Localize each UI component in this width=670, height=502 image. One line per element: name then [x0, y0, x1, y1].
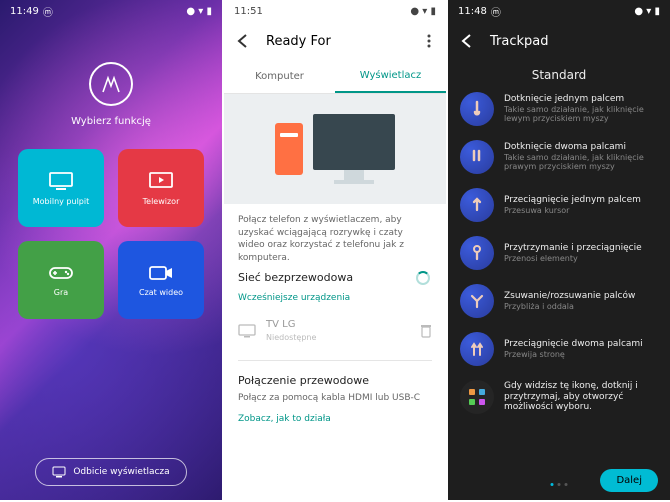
wired-subtext: Połącz za pomocą kabla HDMI lub USB-C — [238, 392, 432, 405]
delete-icon[interactable] — [420, 324, 432, 338]
page-indicator — [551, 483, 568, 486]
back-icon[interactable] — [458, 32, 476, 50]
screen-trackpad: 11:48 ⓜ ● ▾ ▮ Trackpad Standard Dotknięci… — [448, 0, 670, 500]
tab-display[interactable]: Wyświetlacz — [335, 60, 446, 93]
tile-video-chat[interactable]: Czat wideo — [118, 241, 204, 319]
status-bar: 11:48 ⓜ ● ▾ ▮ — [448, 0, 670, 22]
display-icon — [238, 324, 256, 338]
gesture-icon — [460, 332, 494, 366]
moto-status-icon: ⓜ — [43, 4, 53, 19]
gesture-two-tap: Dotknięcie dwoma palcamiTakie samo dział… — [460, 140, 658, 174]
status-icons: ● ▾ ▮ — [186, 6, 212, 17]
how-it-works-link[interactable]: Zobacz, jak to działa — [238, 413, 432, 426]
gesture-icon — [460, 140, 494, 174]
device-name: TV LG — [266, 318, 410, 332]
wired-heading: Połączenie przewodowe — [238, 373, 369, 388]
gesture-icon — [460, 92, 494, 126]
clock: 11:51 — [234, 6, 263, 17]
tab-computer[interactable]: Komputer — [224, 60, 335, 93]
gesture-icon — [460, 236, 494, 270]
gesture-hold-drag: Przytrzymanie i przeciągnięciePrzenosi e… — [460, 236, 658, 270]
back-icon[interactable] — [234, 32, 252, 50]
clock: 11:48 — [458, 6, 487, 17]
mirror-display-button[interactable]: Odbicie wyświetlacza — [35, 458, 186, 486]
wireless-heading: Sieć bezprzewodowa — [238, 270, 353, 285]
screen-ready-for-display: 11:51 ● ▾ ▮ Ready For Komputer Wyświetla… — [224, 0, 446, 500]
tile-mobile-desktop[interactable]: Mobilny pulpit — [18, 149, 104, 227]
gesture-icon — [460, 188, 494, 222]
app-bar: Ready For — [224, 22, 446, 60]
illustration — [224, 94, 446, 204]
loading-spinner — [416, 271, 430, 285]
tile-game[interactable]: Gra — [18, 241, 104, 319]
status-icons: ● ▾ ▮ — [410, 6, 436, 17]
app-bar: Trackpad — [448, 22, 670, 60]
gesture-list: Dotknięcie jednym palcemTakie samo dział… — [448, 92, 670, 461]
app-title: Trackpad — [490, 34, 660, 49]
status-bar: 11:51 ● ▾ ▮ — [224, 0, 446, 22]
cast-icon — [52, 466, 66, 478]
screen-ready-for-home: 11:49 ⓜ ● ▾ ▮ Wybierz funkcję Mobilny pul… — [0, 0, 222, 500]
previous-devices-label: Wcześniejsze urządzenia — [238, 292, 432, 305]
gamepad-icon — [48, 264, 74, 282]
desktop-icon — [48, 171, 74, 191]
video-chat-icon — [148, 264, 174, 282]
clock: 11:49 — [10, 6, 39, 17]
description-text: Połącz telefon z wyświetlaczem, aby uzys… — [238, 214, 432, 264]
tile-label: Telewizor — [143, 197, 180, 206]
tv-icon — [148, 171, 174, 191]
more-icon[interactable] — [422, 33, 436, 49]
choose-function-title: Wybierz funkcję — [71, 116, 151, 127]
phone-illustration — [275, 123, 303, 175]
monitor-illustration — [313, 114, 395, 170]
mode-title: Standard — [448, 68, 670, 82]
gesture-grid-hint: Gdy widzisz tę ikonę, dotknij i przytrzy… — [460, 380, 658, 414]
gesture-two-drag: Przeciągnięcie dwoma palcamiPrzewija str… — [460, 332, 658, 366]
gesture-one-tap: Dotknięcie jednym palcemTakie samo dział… — [460, 92, 658, 126]
gesture-icon — [460, 284, 494, 318]
tile-label: Gra — [54, 288, 68, 297]
moto-status-icon: ⓜ — [491, 4, 501, 19]
status-bar: 11:49 ⓜ ● ▾ ▮ — [0, 0, 222, 22]
tab-bar: Komputer Wyświetlacz — [224, 60, 446, 94]
device-status: Niedostępne — [266, 332, 410, 343]
device-row[interactable]: TV LG Niedostępne — [238, 314, 432, 347]
gesture-one-drag: Przeciągnięcie jednym palcemPrzesuwa kur… — [460, 188, 658, 222]
grid-icon — [460, 380, 494, 414]
status-icons: ● ▾ ▮ — [634, 6, 660, 17]
app-title: Ready For — [266, 34, 408, 49]
tile-tv[interactable]: Telewizor — [118, 149, 204, 227]
tile-label: Mobilny pulpit — [33, 197, 89, 206]
next-button[interactable]: Dalej — [600, 469, 658, 492]
mirror-label: Odbicie wyświetlacza — [73, 467, 169, 477]
motorola-logo — [89, 62, 133, 106]
tile-label: Czat wideo — [139, 288, 183, 297]
gesture-pinch: Zsuwanie/rozsuwanie palcówPrzybliża i od… — [460, 284, 658, 318]
